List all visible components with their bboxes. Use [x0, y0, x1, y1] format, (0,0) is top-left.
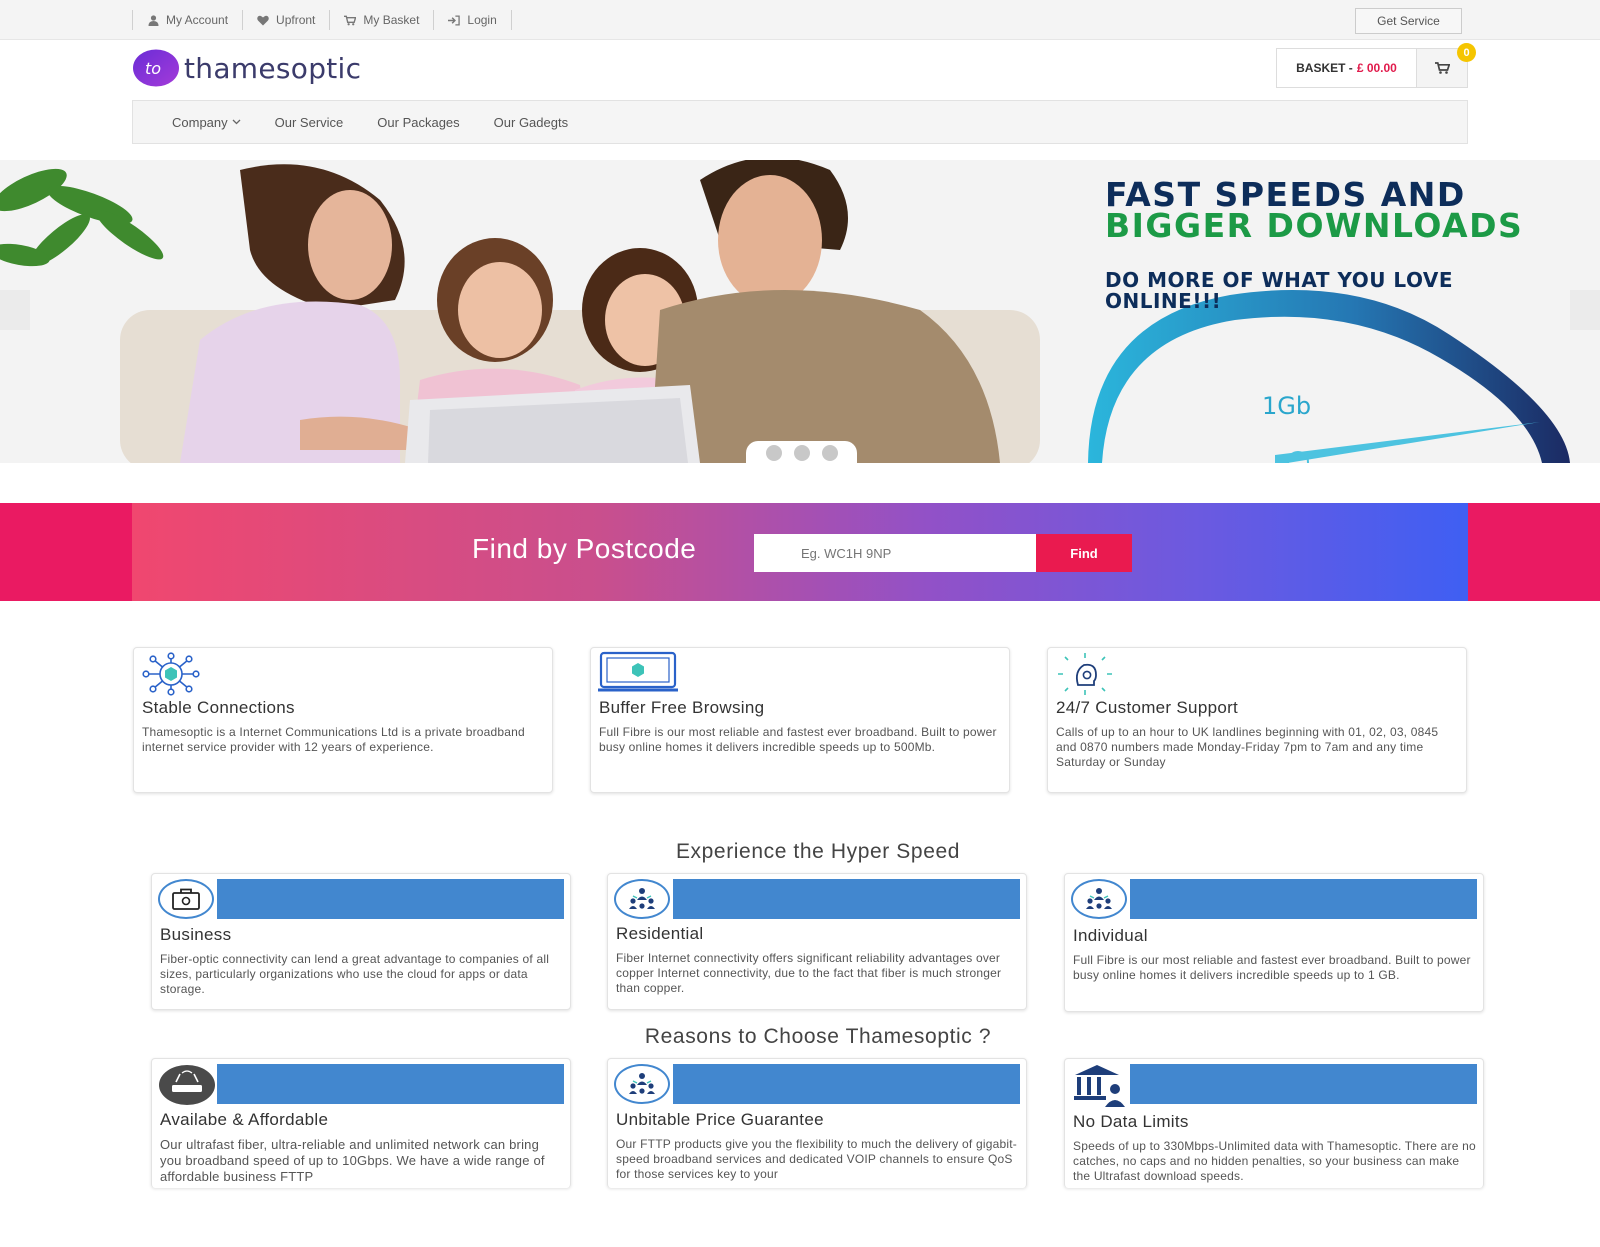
slider-dots	[746, 441, 857, 463]
nav-our-packages[interactable]: Our Packages	[360, 115, 476, 130]
chevron-down-icon	[232, 119, 241, 125]
briefcase-icon	[172, 888, 200, 910]
reason-card-text: Our ultrafast fiber, ultra-reliable and …	[160, 1137, 545, 1183]
reason-card-affordable: Availabe & Affordable Our ultrafast fibe…	[151, 1058, 571, 1188]
hero-headline-line2: BIGGER DOWNLOADS	[1105, 206, 1524, 245]
basket-label: BASKET - £ 00.00	[1277, 49, 1416, 87]
my-account-label: My Account	[166, 13, 229, 27]
feature-text: Calls of up to an hour to UK landlines b…	[1056, 725, 1439, 769]
feature-card-support: 24/7 Customer Support Calls of up to an …	[1047, 647, 1467, 793]
reasons-section-title: Reasons to Choose Thamesoptic ?	[644, 1025, 992, 1048]
reason-card-text: Our FTTP products give you the flexibili…	[616, 1137, 1017, 1181]
feature-title: 24/7 Customer Support	[1056, 698, 1239, 717]
my-basket-label: My Basket	[363, 13, 420, 27]
reason-blue-bar	[1130, 1064, 1477, 1104]
hyper-blue-bar	[1130, 879, 1477, 919]
reason-card-text: Speeds of up to 330Mbps-Unlimited data w…	[1073, 1139, 1476, 1183]
hyper-card-title: Residential	[616, 924, 704, 943]
heart-icon	[257, 14, 269, 26]
hyper-card-text: Full Fibre is our most reliable and fast…	[1073, 953, 1471, 982]
postcode-title: Find by Postcode	[472, 533, 697, 564]
postcode-input[interactable]	[754, 534, 1036, 572]
hyper-card-text: Fiber-optic connectivity can lend a grea…	[160, 952, 550, 996]
cart-icon	[1434, 62, 1450, 74]
support-head-icon	[1058, 653, 1112, 695]
logo-mark-text: to	[145, 59, 161, 78]
main-nav: Company Our Service Our Packages Our Gad…	[132, 100, 1468, 144]
user-icon	[147, 14, 159, 26]
slider-dot-1[interactable]	[765, 445, 782, 461]
slider-prev-arrow[interactable]	[0, 290, 30, 330]
login-icon	[448, 14, 461, 26]
postcode-band: Find by Postcode Find	[0, 503, 1600, 601]
hero-headline: FAST SPEEDS AND BIGGER DOWNLOADS	[1105, 178, 1524, 245]
hyper-card-title: Business	[160, 925, 232, 944]
basket-label-text: BASKET -	[1296, 61, 1353, 75]
group-network-icon	[629, 1073, 655, 1094]
slider-dot-2[interactable]	[793, 445, 810, 461]
group-network-icon	[1086, 888, 1112, 909]
postcode-panel: Find by Postcode Find	[132, 503, 1468, 601]
bank-user-icon	[1074, 1065, 1125, 1107]
hyper-section-title: Experience the Hyper Speed	[675, 840, 961, 863]
login-label: Login	[467, 13, 497, 27]
hyper-blue-bar	[673, 879, 1020, 919]
nav-our-gadgets[interactable]: Our Gadegts	[477, 115, 585, 130]
feature-title: Buffer Free Browsing	[599, 698, 765, 717]
slider-dot-3[interactable]	[821, 445, 838, 461]
basket-amount: £ 00.00	[1356, 61, 1397, 75]
hyper-card-title: Individual	[1073, 926, 1148, 945]
hero-speed-label: 1Gb	[1262, 392, 1312, 420]
basket-widget[interactable]: BASKET - £ 00.00 0	[1276, 43, 1476, 88]
hyper-card-text: Fiber Internet connectivity offers signi…	[616, 951, 1002, 995]
hyper-card-individual: Individual Full Fibre is our most reliab…	[1064, 873, 1484, 1012]
hyper-card-business: Business Fiber-optic connectivity can le…	[151, 873, 571, 1010]
hyper-icon-circle	[1071, 879, 1127, 919]
hero-subline: DO MORE OF WHAT YOU LOVE ONLINE!!!	[1105, 268, 1454, 313]
nav-company[interactable]: Company	[155, 115, 258, 130]
postcode-find-button[interactable]: Find	[1036, 534, 1132, 572]
cart-icon	[344, 14, 357, 26]
my-account-link[interactable]: My Account	[132, 10, 242, 30]
top-links: My Account Upfront My Basket Login	[132, 0, 512, 40]
reason-blue-bar	[217, 1064, 564, 1104]
reason-icon-circle	[614, 1064, 670, 1104]
hyper-icon-circle	[158, 879, 214, 919]
logo-mark-icon: to	[133, 49, 179, 87]
reason-card-title: Availabe & Affordable	[160, 1110, 329, 1129]
reason-card-nolimits: No Data Limits Speeds of up to 330Mbps-U…	[1064, 1058, 1484, 1188]
hyper-icon-circle	[614, 879, 670, 919]
upfront-label: Upfront	[276, 13, 316, 27]
get-service-button[interactable]: Get Service	[1355, 8, 1462, 34]
reason-card-title: No Data Limits	[1073, 1112, 1189, 1131]
feature-title: Stable Connections	[142, 698, 295, 717]
feature-card-stable: Stable Connections Thamesoptic is a Inte…	[133, 647, 553, 793]
upfront-link[interactable]: Upfront	[242, 10, 329, 30]
feature-text: Full Fibre is our most reliable and fast…	[599, 725, 997, 754]
reason-card-title: Unbitable Price Guarantee	[616, 1110, 824, 1129]
hyper-card-residential: Residential Fiber Internet connectivity …	[607, 873, 1027, 1010]
nav-our-service[interactable]: Our Service	[258, 115, 361, 130]
slider-next-arrow[interactable]	[1570, 290, 1600, 330]
my-basket-link[interactable]: My Basket	[329, 10, 433, 30]
logo-text: thamesoptic	[184, 51, 362, 85]
reason-blue-bar	[673, 1064, 1020, 1104]
login-link[interactable]: Login	[433, 10, 512, 30]
network-cube-icon	[142, 652, 200, 696]
logo[interactable]: to thamesoptic	[133, 49, 361, 87]
laptop-cube-icon	[598, 651, 678, 692]
hyper-blue-bar	[217, 879, 564, 919]
hero-slider: FAST SPEEDS AND BIGGER DOWNLOADS DO MORE…	[0, 160, 1600, 463]
group-network-icon	[629, 888, 655, 909]
nav-company-label: Company	[172, 114, 228, 130]
basket-count-badge: 0	[1457, 43, 1476, 62]
feature-card-buffer: Buffer Free Browsing Full Fibre is our m…	[590, 647, 1010, 793]
feature-text: Thamesoptic is a Internet Communications…	[142, 725, 525, 754]
reason-card-price: Unbitable Price Guarantee Our FTTP produ…	[607, 1058, 1027, 1188]
top-bar: My Account Upfront My Basket Login Get S…	[0, 0, 1600, 40]
router-icon	[159, 1065, 215, 1105]
